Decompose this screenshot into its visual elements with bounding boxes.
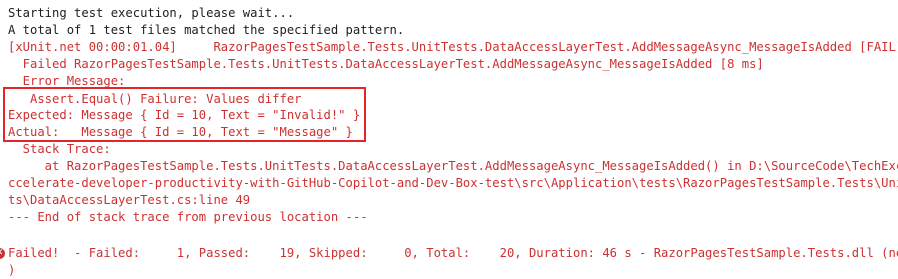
output-line: Stack Trace: [8, 142, 111, 156]
output-line: Starting test execution, please wait... [8, 6, 295, 20]
stack-trace-end-line: --- End of stack trace from previous loc… [8, 210, 368, 224]
output-line: Failed RazorPagesTestSample.Tests.UnitTe… [8, 57, 764, 71]
stack-trace-line: ccelerate-developer-productivity-with-Gi… [8, 176, 898, 190]
terminal-output[interactable]: Starting test execution, please wait... … [0, 0, 898, 278]
stack-trace-line: at RazorPagesTestSample.Tests.UnitTests.… [8, 159, 898, 173]
error-highlight-box [3, 87, 366, 142]
output-line: A total of 1 test files matched the spec… [8, 23, 405, 37]
stack-trace-line: ts\DataAccessLayerTest.cs:line 49 [8, 193, 251, 207]
test-summary-line: Failed! - Failed: 1, Passed: 19, Skipped… [8, 246, 898, 260]
output-line: [xUnit.net 00:00:01.04] RazorPagesTestSa… [8, 40, 898, 54]
test-summary-continuation: ) [8, 263, 16, 277]
error-circle-icon: ✕ [0, 248, 5, 259]
